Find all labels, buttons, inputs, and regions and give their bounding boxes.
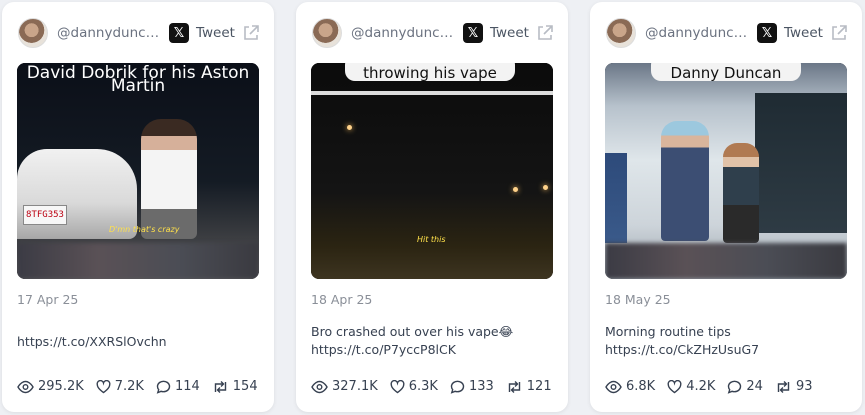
tweet-card[interactable]: @dannyduncan69 𝕏 Tweet Danny Duncan 18 M… [590,2,862,412]
comment-icon [156,380,171,394]
avatar[interactable] [312,18,342,48]
source-label: Tweet [196,25,235,41]
media-blur-strip [17,243,259,279]
likes-stat[interactable]: 6.3K [390,379,438,394]
retweets-count: 121 [526,379,552,394]
retweet-icon [214,380,226,393]
views-count: 6.8K [626,379,656,394]
tweet-media[interactable]: 8TFG353 David Dobrik for his Aston Marti… [17,63,259,279]
engagement-stats: 6.8K 4.2K 24 93 [605,379,825,394]
license-plate: 8TFG353 [23,205,67,225]
retweets-stat[interactable]: 154 [212,379,258,394]
street-light [513,187,518,192]
retweet-icon [777,380,790,393]
person-image [605,153,627,243]
avatar[interactable] [606,18,636,48]
heart-icon [96,379,111,393]
video-subtitle: D'mn that's crazy [109,225,180,234]
retweets-count: 154 [232,379,258,394]
tweet-card[interactable]: @dannyduncan69 𝕏 Tweet 8TFG353 David Dob… [2,2,274,412]
comment-icon [728,380,742,394]
video-subtitle: Hit this [417,235,446,244]
eye-icon [605,380,622,393]
person-image [661,121,709,241]
replies-count: 24 [746,379,763,394]
likes-count: 7.2K [114,379,144,394]
user-handle[interactable]: @dannyduncan69 [351,25,455,41]
tweet-card[interactable]: @dannyduncan69 𝕏 Tweet throwing his vape… [296,2,568,412]
avatar[interactable] [18,18,48,48]
heart-icon [667,379,682,393]
views-stat: 295.2K [17,379,84,394]
external-link-icon[interactable] [830,24,848,42]
replies-stat[interactable]: 133 [450,379,494,394]
likes-stat[interactable]: 4.2K [667,379,715,394]
user-handle[interactable]: @dannyduncan69 [57,25,161,41]
post-date: 18 May 25 [605,292,671,307]
replies-stat[interactable]: 114 [156,379,200,394]
eye-icon [17,380,34,393]
post-date: 18 Apr 25 [311,292,373,307]
views-count: 295.2K [38,379,84,394]
card-header: @dannyduncan69 𝕏 Tweet [312,18,554,48]
likes-count: 4.2K [686,379,716,394]
card-header: @dannyduncan69 𝕏 Tweet [606,18,848,48]
replies-count: 133 [468,379,494,394]
retweet-icon [508,380,520,393]
eye-icon [311,380,328,393]
person-image [141,119,197,239]
media-caption: David Dobrik for his Aston Martin [26,63,250,96]
media-caption: Danny Duncan [651,63,801,82]
street-light [347,125,352,130]
comment-icon [450,380,465,394]
card-header: @dannyduncan69 𝕏 Tweet [18,18,260,48]
media-background [311,63,553,279]
retweets-stat[interactable]: 93 [775,379,813,394]
retweets-count: 93 [795,379,813,394]
views-stat: 327.1K [311,379,378,394]
post-text[interactable]: https://t.co/XXRSlOvchn [17,333,260,351]
user-handle[interactable]: @dannyduncan69 [645,25,749,41]
post-text[interactable]: Bro crashed out over his vape😂 https://t… [311,323,554,359]
replies-count: 114 [174,379,200,394]
media-blur-strip [605,243,847,279]
window-image [755,93,847,233]
views-stat: 6.8K [605,379,655,394]
street-light [543,185,548,190]
likes-count: 6.3K [408,379,438,394]
post-date: 17 Apr 25 [17,292,79,307]
replies-stat[interactable]: 24 [727,379,763,394]
media-caption: throwing his vape [345,63,515,82]
tweet-media[interactable]: Danny Duncan [605,63,847,279]
post-text[interactable]: Morning routine tips https://t.co/CkZHzU… [605,323,848,359]
roof-edge [311,91,553,95]
engagement-stats: 327.1K 6.3K 133 121 [311,379,564,394]
retweets-stat[interactable]: 121 [506,379,552,394]
views-count: 327.1K [332,379,378,394]
heart-icon [390,379,405,393]
tweet-media[interactable]: throwing his vape Hit this [311,63,553,279]
x-logo-icon: 𝕏 [757,23,777,43]
engagement-stats: 295.2K 7.2K 114 154 [17,379,270,394]
external-link-icon[interactable] [242,24,260,42]
source-label: Tweet [784,25,823,41]
x-logo-icon: 𝕏 [169,23,189,43]
source-label: Tweet [490,25,529,41]
x-logo-icon: 𝕏 [463,23,483,43]
person-image [723,143,759,243]
external-link-icon[interactable] [536,24,554,42]
likes-stat[interactable]: 7.2K [96,379,144,394]
